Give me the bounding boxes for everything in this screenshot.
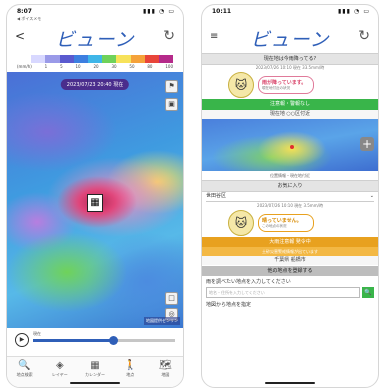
legend-swatch <box>73 55 88 63</box>
map-time-badge: 2023/07/23 20:40 現在 <box>60 79 130 90</box>
search-icon: 🔍 <box>18 360 31 371</box>
location-search-input[interactable]: 地名・住所を入力してください <box>206 287 360 298</box>
legend-swatch <box>144 55 159 63</box>
search-button[interactable]: 🔍 <box>362 287 374 298</box>
refresh-icon[interactable]: ↻ <box>163 28 175 44</box>
location-minimap[interactable]: + <box>202 119 378 171</box>
map-icon: 🗺 <box>159 360 172 371</box>
layers-icon: ◈ <box>55 360 64 371</box>
mascot-icon: 🐱 <box>228 210 254 236</box>
legend-swatch <box>45 55 60 63</box>
map-zoom-icon[interactable]: □ <box>165 292 178 305</box>
favorite-status-bubble: 晴っていません。 この地点の状況 <box>258 214 314 232</box>
refresh-icon[interactable]: ↻ <box>358 28 370 44</box>
timeline-caption: 現在 <box>33 331 41 336</box>
map-layer-icon[interactable]: ⚑ <box>165 80 178 93</box>
legend-label: 10 <box>75 64 81 69</box>
legend-label: 20 <box>93 64 99 69</box>
legend-swatch <box>158 55 174 63</box>
timeline-track[interactable]: 現在 <box>33 331 175 345</box>
status-back-app[interactable]: ◀ ボイスメモ <box>17 16 41 22</box>
legend-label: 50 <box>129 64 135 69</box>
favorite-location-name: 千葉県 船橋市 <box>202 256 378 265</box>
location-name: 現在地 ○○区付近 <box>202 110 378 119</box>
bubble-sub-text: この地点の状況 <box>262 224 287 228</box>
rain-radar-map[interactable]: 2023/07/23 20:40 現在 ⚑ ▣ □ ◎ ▦ 地図提供ゼンリン <box>7 72 183 328</box>
favorite-observation-time: 2023/07/26 10:10 現在 3.5mm/時 <box>257 203 323 208</box>
app-header: < ビューン ↻ <box>7 23 183 51</box>
legend-swatch <box>59 55 74 63</box>
radar-map-screen: 8:07 ◀ ボイスメモ ▮▮▮ ◔ ▭ < ビューン ↻ (mm/h) 1 5 10… <box>6 4 184 388</box>
bubble-main-text: 雨が降っています。 <box>262 80 307 86</box>
legend-label: 30 <box>111 64 117 69</box>
warning-alert-bar: 大雨注意報 発令中 <box>202 237 378 247</box>
favorites-header: お気に入り <box>202 180 378 192</box>
status-bar: 10:11 ▮▮▮ ◔ ▭ <box>212 8 370 18</box>
legend-label: 5 <box>60 64 63 69</box>
back-button[interactable]: < <box>15 29 25 43</box>
location-pin-icon: ▦ <box>87 194 103 212</box>
current-location-screen: 10:11 ▮▮▮ ◔ ▭ ≡ ビューン ↻ 現在地は今雨降ってる? 2023/… <box>201 4 379 388</box>
app-header: ≡ ビューン ↻ <box>202 23 378 51</box>
app-logo: ビューン <box>55 29 135 51</box>
observation-time: 2023/07/26 10:10 現在 33.5mm/時 <box>255 65 325 70</box>
search-label: 雨を調べたい地点を入力してください <box>206 279 291 285</box>
search-row: 地名・住所を入力してください 🔍 <box>206 287 374 298</box>
timeline-fill <box>33 339 113 342</box>
map-caption: 位置情報・現在地付近 <box>270 173 310 178</box>
favorite-select[interactable]: 世田谷区 ⌄ <box>206 192 374 202</box>
question-header: 現在地は今雨降ってる? <box>202 53 378 65</box>
time-slider[interactable]: ▶ 現在 <box>15 331 175 351</box>
map-share-icon[interactable]: ▣ <box>165 98 178 111</box>
app-logo: ビューン <box>250 29 330 51</box>
legend-swatch <box>116 55 131 63</box>
legend-label: 1 <box>44 64 48 69</box>
zoom-in-button[interactable]: + <box>360 137 374 151</box>
tab-map[interactable]: 🗺 地図 <box>148 357 183 387</box>
favorite-select-value: 世田谷区 <box>206 193 227 199</box>
legend-label: 100 <box>165 64 173 69</box>
legend-label: 80 <box>147 64 153 69</box>
status-signal-icon: ▮▮▮ ◔ ▭ <box>338 8 370 15</box>
legend-label: (mm/h) <box>17 64 32 69</box>
location-dot-icon <box>290 145 294 149</box>
calendar-icon: ▦ <box>90 360 100 371</box>
register-location-button[interactable]: 他の地点を登録する <box>202 266 378 276</box>
chevron-down-icon: ⌄ <box>369 193 374 199</box>
warning-alert-sub: 土砂災害警戒情報が出ています <box>202 247 378 256</box>
mascot-icon: 🐱 <box>228 72 254 98</box>
status-signal-icon: ▮▮▮ ◔ ▭ <box>143 8 175 15</box>
bubble-sub-text: 現在地付近の状況 <box>262 86 290 90</box>
content-area: 現在地は今雨降ってる? 2023/07/26 10:10 現在 33.5mm/時… <box>202 53 378 387</box>
map-select-label[interactable]: 地図から地点を指定 <box>206 301 374 308</box>
legend-swatch <box>31 55 46 63</box>
menu-icon[interactable]: ≡ <box>210 31 218 42</box>
legend-swatch <box>130 55 145 63</box>
rain-legend-labels: (mm/h) 1 5 10 20 30 50 80 100 <box>17 64 173 70</box>
play-icon[interactable]: ▶ <box>15 333 29 347</box>
map-attribution: 地図提供ゼンリン <box>144 317 180 325</box>
status-bar: 8:07 ◀ ボイスメモ ▮▮▮ ◔ ▭ <box>17 8 175 21</box>
legend-swatch <box>102 55 117 63</box>
rain-legend-scale <box>17 55 174 63</box>
walker-icon: 🚶 <box>123 360 137 371</box>
timeline-handle[interactable] <box>108 336 118 345</box>
legend-swatch <box>17 55 32 63</box>
status-bubble: 雨が降っています。 現在地付近の状況 <box>258 76 314 94</box>
warning-status-bar: 注意報・警報なし <box>202 99 378 110</box>
bubble-main-text: 晴っていません。 <box>262 218 302 224</box>
home-indicator <box>70 382 120 384</box>
status-time: 8:07 <box>17 8 32 15</box>
tab-search[interactable]: 🔍 地点検索 <box>7 357 42 387</box>
home-indicator <box>265 382 315 384</box>
status-time: 10:11 <box>212 8 232 15</box>
legend-swatch <box>87 55 103 63</box>
